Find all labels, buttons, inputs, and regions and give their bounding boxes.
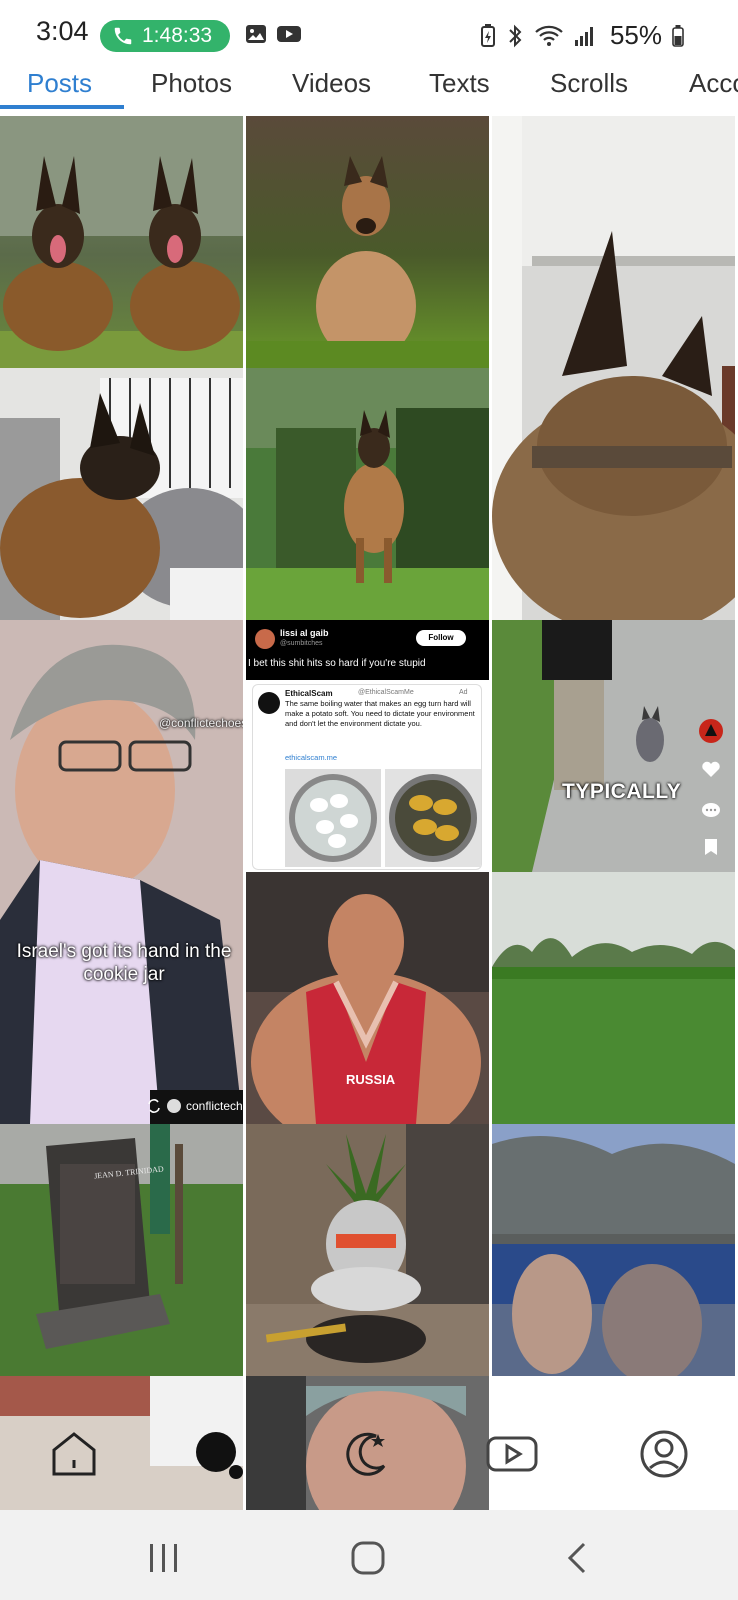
record-dot-icon[interactable] bbox=[190, 1426, 246, 1482]
battery-percent: 55% bbox=[609, 20, 662, 50]
tab-scrolls[interactable]: Scrolls bbox=[550, 68, 628, 99]
photo-tile-wrestler[interactable]: RUSSIA bbox=[246, 872, 489, 1124]
wrestler-shirt-text: RUSSIA bbox=[346, 1072, 396, 1087]
tweet-text: I bet this shit hits so hard if you're s… bbox=[248, 658, 426, 669]
video-channel-name: conflictech bbox=[186, 1099, 243, 1113]
play-icon[interactable] bbox=[484, 1426, 540, 1482]
photo-tile-gravestone[interactable]: JEAN D. TRINIDAD bbox=[0, 1124, 243, 1376]
home-button-icon[interactable] bbox=[348, 1540, 388, 1576]
battery-saver-icon bbox=[480, 23, 495, 47]
tweet-avatar-icon bbox=[255, 629, 275, 649]
video-notification-icon bbox=[277, 26, 301, 42]
profile-icon[interactable] bbox=[636, 1426, 692, 1482]
photo-tile-puppy-grass[interactable] bbox=[246, 116, 489, 368]
dog-running-image bbox=[246, 368, 489, 620]
tab-texts[interactable]: Texts bbox=[429, 68, 490, 99]
video-channel-badge: conflictech bbox=[146, 1098, 243, 1114]
dog-on-couch-image bbox=[0, 368, 243, 620]
status-time: 3:04 bbox=[36, 16, 89, 46]
channel-avatar-icon bbox=[167, 1099, 181, 1113]
media-grid: @conflictechoes Israel's got its hand in… bbox=[0, 110, 738, 1510]
back-icon[interactable] bbox=[558, 1540, 598, 1576]
two-dogs-image bbox=[0, 116, 243, 368]
ad-handle: @EthicalScamMe bbox=[358, 689, 414, 696]
tab-posts[interactable]: Posts bbox=[27, 68, 92, 99]
photo-tile-pineapple-hookah[interactable] bbox=[246, 1124, 489, 1376]
repost-icon bbox=[148, 1099, 160, 1113]
tweet-user-name: lissi al gaib bbox=[280, 628, 329, 638]
ad-avatar-icon bbox=[258, 692, 280, 714]
status-bar: 3:04 1:48:33 55% bbox=[0, 0, 738, 64]
media-tabs: Posts Photos Videos Texts Scrolls Acco bbox=[0, 64, 738, 110]
photo-tile-two-dogs[interactable] bbox=[0, 116, 243, 368]
phone-icon bbox=[114, 27, 132, 45]
tab-accounts[interactable]: Acco bbox=[689, 68, 738, 99]
tweet-ad-card: EthicalScam @EthicalScamMe Ad The same b… bbox=[252, 684, 482, 870]
notification-icons bbox=[244, 22, 302, 46]
photo-tile-dog-on-couch[interactable] bbox=[0, 368, 243, 620]
comment-icon bbox=[702, 803, 720, 817]
typically-caption: TYPICALLY bbox=[562, 780, 682, 803]
ad-body: The same boiling water that makes an egg… bbox=[285, 699, 475, 728]
dog-ears-porch-image bbox=[492, 116, 735, 620]
ad-image-eggs-potatoes bbox=[285, 769, 481, 867]
pineapple-hookah-image bbox=[246, 1124, 489, 1376]
wifi-icon bbox=[535, 25, 563, 46]
photo-tile-dog-running[interactable] bbox=[246, 368, 489, 620]
gravestone-image bbox=[0, 1124, 243, 1376]
speaker-video-image bbox=[0, 620, 243, 1124]
app-bottom-nav bbox=[0, 1400, 738, 1510]
photo-tile-grass-field[interactable] bbox=[492, 872, 735, 1124]
profile-avatar-icon bbox=[699, 719, 723, 743]
recent-apps-icon[interactable] bbox=[144, 1540, 184, 1576]
active-tab-indicator bbox=[0, 105, 124, 109]
photo-tile-blurred-crowd[interactable] bbox=[492, 1124, 735, 1376]
ad-label: Ad bbox=[459, 689, 468, 696]
video-tile-typically[interactable]: TYPICALLY bbox=[492, 620, 735, 872]
grass-field-image bbox=[492, 872, 735, 1124]
puppy-grass-image bbox=[246, 116, 489, 368]
video-tile-israel-cookie-jar[interactable]: @conflictechoes Israel's got its hand in… bbox=[0, 620, 243, 1124]
man-walking-dog-image bbox=[492, 620, 735, 872]
gallery-icon bbox=[246, 25, 266, 43]
photo-tile-dog-ears-porch[interactable] bbox=[492, 116, 735, 620]
video-watermark: @conflictechoes bbox=[159, 716, 243, 730]
tab-videos[interactable]: Videos bbox=[292, 68, 371, 99]
system-status-icons: 55% bbox=[480, 20, 684, 51]
tweet-follow-button: Follow bbox=[416, 630, 466, 646]
screenshot-tile-tweet[interactable]: lissi al gaib @sumbitches Follow I bet t… bbox=[246, 620, 489, 872]
video-caption: Israel's got its hand in the cookie jar bbox=[16, 941, 232, 985]
blurred-crowd-image bbox=[492, 1124, 735, 1376]
system-navigation-bar bbox=[0, 1510, 738, 1600]
ad-name: EthicalScam bbox=[285, 689, 333, 698]
signal-icon bbox=[574, 26, 593, 46]
like-heart-icon bbox=[702, 761, 720, 777]
call-timer-pill[interactable]: 1:48:33 bbox=[100, 20, 230, 52]
call-timer: 1:48:33 bbox=[142, 24, 213, 47]
bluetooth-icon bbox=[509, 24, 522, 47]
tweet-user-handle: @sumbitches bbox=[280, 640, 323, 647]
moon-icon[interactable] bbox=[338, 1426, 394, 1482]
bookmark-icon bbox=[705, 839, 717, 855]
ad-link: ethicalscam.me bbox=[285, 753, 338, 762]
home-icon[interactable] bbox=[46, 1426, 102, 1482]
battery-icon bbox=[672, 24, 684, 47]
tab-photos[interactable]: Photos bbox=[151, 68, 232, 99]
